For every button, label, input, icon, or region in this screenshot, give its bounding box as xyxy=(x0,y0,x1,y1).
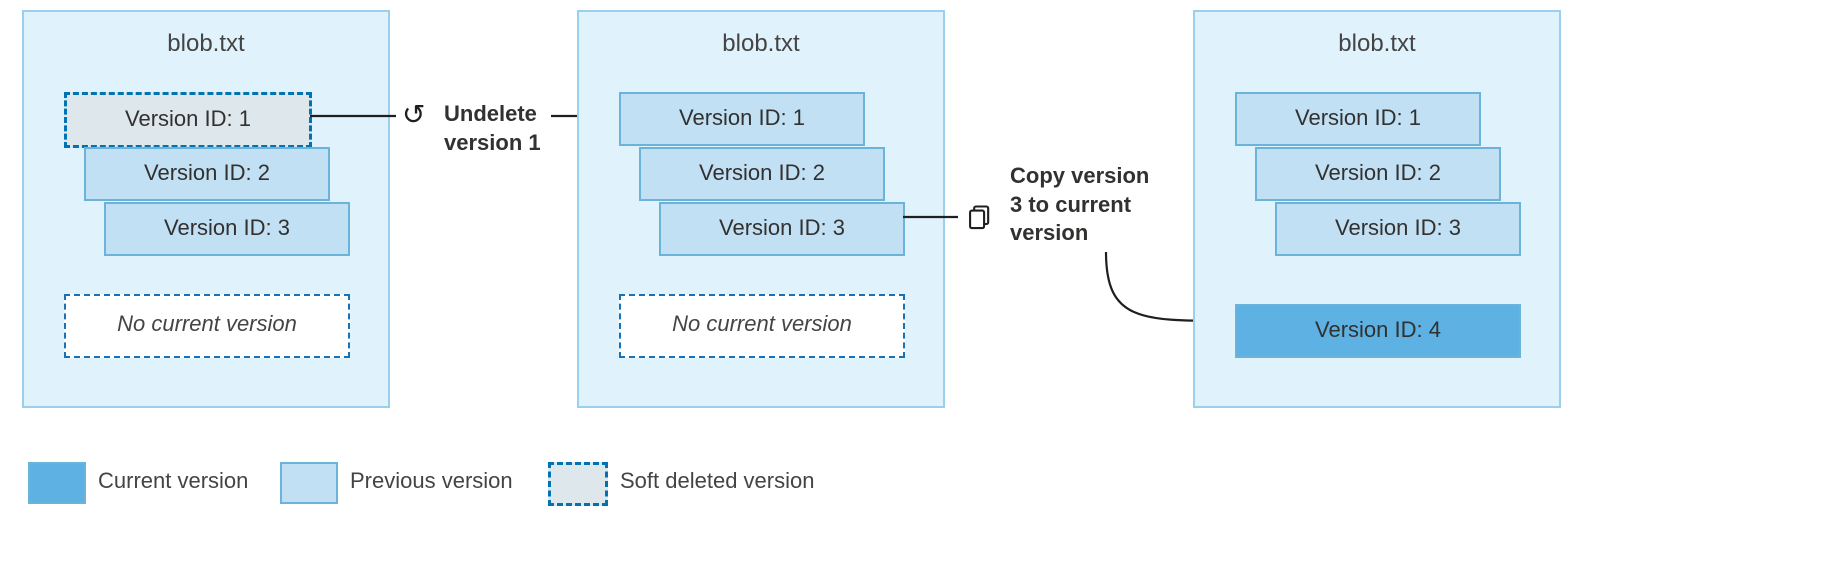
panel-3-title: blob.txt xyxy=(1195,30,1559,58)
panel-3: blob.txt Version ID: 1 Version ID: 2 Ver… xyxy=(1193,10,1561,408)
legend-label-soft-deleted: Soft deleted version xyxy=(620,468,814,494)
legend-label-previous: Previous version xyxy=(350,468,513,494)
legend-label-current: Current version xyxy=(98,468,248,494)
legend-swatch-current xyxy=(28,462,86,504)
arrow-copy-to-v4 xyxy=(0,0,1842,566)
diagram-root: { "panel1": { "title": "blob.txt", "vers… xyxy=(0,0,1842,566)
panel-3-version-4-current: Version ID: 4 xyxy=(1235,304,1521,358)
legend-swatch-soft-deleted xyxy=(548,462,608,506)
panel-3-version-2: Version ID: 2 xyxy=(1255,147,1501,201)
legend-swatch-previous xyxy=(280,462,338,504)
panel-3-version-1: Version ID: 1 xyxy=(1235,92,1481,146)
panel-3-version-3: Version ID: 3 xyxy=(1275,202,1521,256)
